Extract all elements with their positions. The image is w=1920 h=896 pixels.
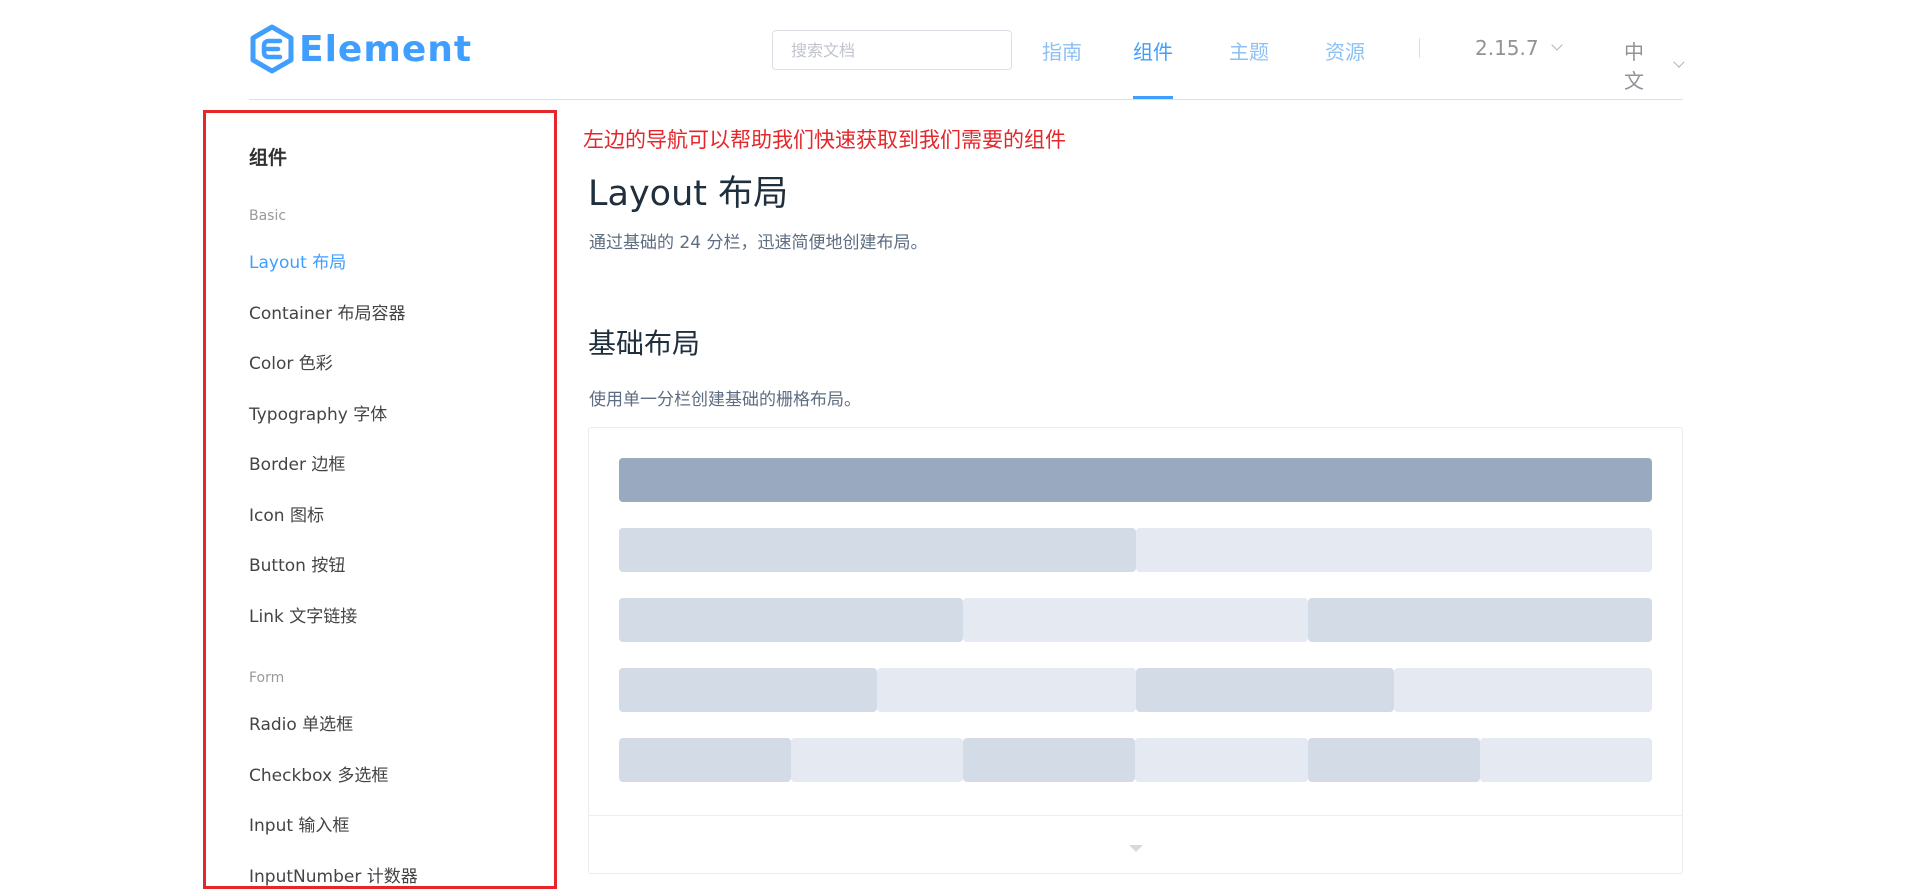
language-dropdown[interactable]: 中文 (1624, 36, 1685, 94)
section-title: 基础布局 (588, 327, 701, 360)
grid-col-span-6 (877, 668, 1136, 712)
search-box[interactable] (772, 30, 1012, 70)
chevron-down-icon (1550, 39, 1563, 51)
demo-block (588, 427, 1683, 874)
group-label-basic: Basic (249, 208, 287, 224)
grid-col-span-6 (619, 668, 878, 712)
sidebar-item-radio[interactable]: Radio 单选框 (249, 710, 353, 735)
section-description: 使用单一分栏创建基础的栅格布局。 (589, 390, 861, 410)
annotation-text: 左边的导航可以帮助我们快速获取到我们需要的组件 (583, 128, 1066, 152)
sidebar-item-layout[interactable]: Layout 布局 (249, 248, 346, 273)
logo-text: Element (299, 28, 473, 70)
group-label-form: Form (249, 670, 285, 686)
demo-source (589, 428, 1682, 816)
element-logo[interactable]: Element (249, 24, 472, 74)
grid-col-span-8 (1307, 598, 1652, 642)
grid-col-span-4 (619, 738, 792, 782)
grid-row (619, 738, 1652, 782)
sidebar-item-container[interactable]: Container 布局容器 (249, 299, 405, 324)
active-nav-indicator (1133, 96, 1173, 99)
grid-col-span-8 (619, 598, 964, 642)
sidebar-item-color[interactable]: Color 色彩 (249, 349, 333, 374)
grid-row (619, 668, 1652, 712)
nav-component[interactable]: 组件 (1133, 36, 1173, 65)
language-label: 中文 (1624, 40, 1644, 93)
grid-row (619, 598, 1652, 642)
grid-col-span-4 (1479, 738, 1652, 782)
grid-col-span-6 (1135, 668, 1394, 712)
grid-col-span-4 (963, 738, 1136, 782)
element-logo-icon (250, 24, 294, 74)
sidebar-item-inputnumber[interactable]: InputNumber 计数器 (249, 862, 418, 887)
grid-col-span-12 (619, 528, 1136, 572)
page-description: 通过基础的 24 分栏，迅速简便地创建布局。 (589, 233, 928, 253)
sidebar-item-link[interactable]: Link 文字链接 (249, 602, 357, 627)
version-label: 2.15.7 (1475, 36, 1539, 60)
grid-col-span-4 (791, 738, 964, 782)
sidebar-item-icon[interactable]: Icon 图标 (249, 501, 324, 526)
caret-down-icon (1129, 845, 1143, 852)
sidebar-item-typography[interactable]: Typography 字体 (249, 400, 387, 425)
version-dropdown[interactable]: 2.15.7 (1475, 36, 1563, 60)
grid-col-span-24 (619, 458, 1652, 502)
nav-theme[interactable]: 主题 (1229, 36, 1269, 65)
show-code-toggle[interactable] (589, 816, 1682, 874)
chevron-down-icon (1673, 56, 1685, 68)
sidebar-item-button[interactable]: Button 按钮 (249, 551, 345, 576)
sidebar-item-input[interactable]: Input 输入框 (249, 811, 349, 836)
search-input[interactable] (773, 31, 1011, 69)
grid-col-span-4 (1307, 738, 1480, 782)
nav-resource[interactable]: 资源 (1325, 36, 1365, 65)
page-title: Layout 布局 (588, 174, 789, 214)
sidebar-item-checkbox[interactable]: Checkbox 多选框 (249, 761, 388, 786)
nav-guide[interactable]: 指南 (1042, 36, 1082, 65)
grid-col-span-12 (1135, 528, 1652, 572)
grid-col-span-8 (963, 598, 1308, 642)
grid-col-span-4 (1135, 738, 1308, 782)
sidebar-title: 组件 (249, 147, 288, 169)
grid-col-span-6 (1393, 668, 1652, 712)
top-header: Element 指南 组件 主题 资源 2.15.7 中文 (249, 0, 1685, 100)
grid-row (619, 458, 1652, 502)
nav-divider (1419, 38, 1420, 58)
grid-row (619, 528, 1652, 572)
sidebar-item-border[interactable]: Border 边框 (249, 450, 345, 475)
